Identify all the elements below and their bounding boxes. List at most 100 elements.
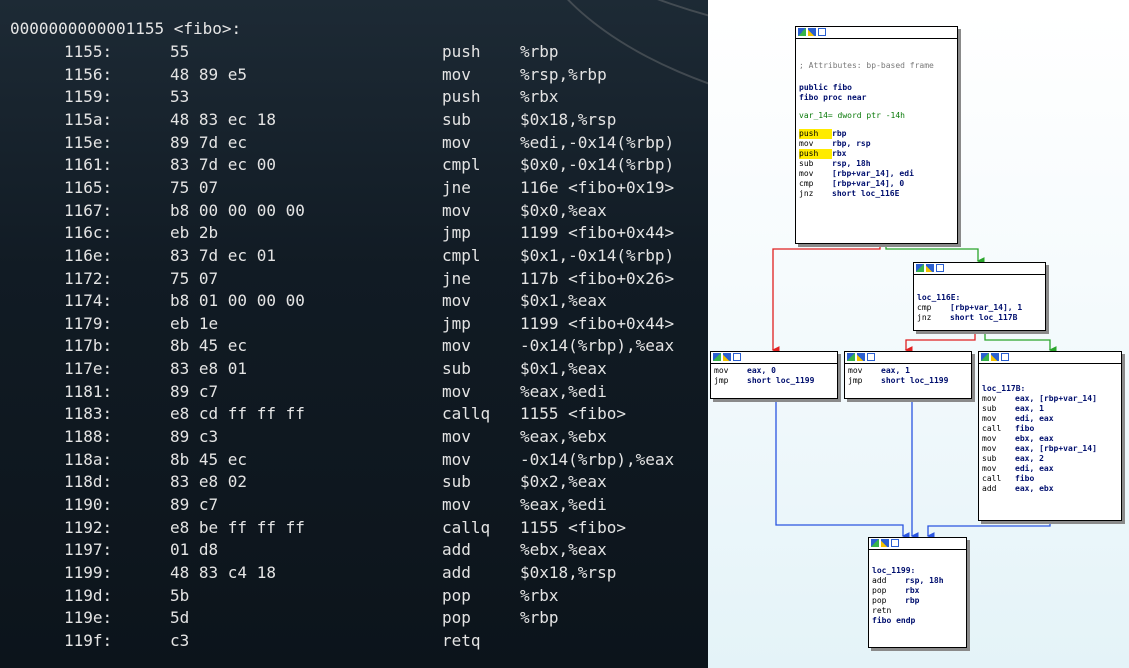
instruction-line[interactable]: jnz short loc_117B	[917, 313, 1042, 323]
instruction-line[interactable]: cmp [rbp+var_14], 0	[799, 179, 954, 189]
instruction-line[interactable]: jnz short loc_116E	[799, 189, 954, 199]
instruction-line[interactable]: call fibo	[982, 424, 1118, 434]
instruction-line[interactable]: pop rbx	[872, 586, 963, 596]
instruction-line[interactable]: add rsp, 18h	[872, 576, 963, 586]
graph-icon[interactable]	[798, 28, 806, 36]
disasm-row[interactable]: 1159: 53 push %rbx	[0, 86, 708, 108]
graph-node-ret1[interactable]: mov eax, 1 jmp short loc_1199	[844, 351, 972, 399]
disasm-row[interactable]: 1165: 75 07 jne 116e <fibo+0x19>	[0, 177, 708, 199]
disasm-row[interactable]: 119d: 5b pop %rbx	[0, 585, 708, 607]
instruction-mnemonic: push	[799, 129, 832, 139]
disasm-row[interactable]: 118a: 8b 45 ec mov -0x14(%rbp),%eax	[0, 449, 708, 471]
node-toolbar	[914, 263, 1045, 275]
text-view-icon[interactable]	[867, 353, 875, 361]
chart-icon[interactable]	[991, 353, 999, 361]
ret1-instructions: mov eax, 1 jmp short loc_1199	[845, 364, 971, 388]
operands: %ebx,%eax	[520, 540, 607, 560]
instruction-line[interactable]: mov ebx, eax	[982, 434, 1118, 444]
opcode-bytes: 89 7d ec	[170, 132, 248, 152]
graph-node-entry[interactable]: ; Attributes: bp-based frame public fibo…	[795, 26, 958, 244]
chart-icon[interactable]	[926, 264, 934, 272]
disasm-row[interactable]: 1183: e8 cd ff ff ff callq 1155 <fibo>	[0, 403, 708, 425]
text-view-icon[interactable]	[936, 264, 944, 272]
operands: %eax,%ebx	[520, 427, 607, 447]
disasm-row[interactable]: 119e: 5d pop %rbp	[0, 607, 708, 629]
disasm-row[interactable]: 1190: 89 c7 mov %eax,%edi	[0, 494, 708, 516]
disasm-row[interactable]: 117b: 8b 45 ec mov -0x14(%rbp),%eax	[0, 335, 708, 357]
graph-icon[interactable]	[847, 353, 855, 361]
function-header: 0000000000001155 <fibo>:	[10, 19, 242, 38]
text-view-icon[interactable]	[733, 353, 741, 361]
disasm-row[interactable]: 117e: 83 e8 01 sub $0x1,%eax	[0, 358, 708, 380]
instruction-line[interactable]: cmp [rbp+var_14], 1	[917, 303, 1042, 313]
graph-icon[interactable]	[981, 353, 989, 361]
chart-icon[interactable]	[723, 353, 731, 361]
instruction-mnemonic: mov	[799, 169, 814, 178]
text-view-icon[interactable]	[891, 539, 899, 547]
address: 1197:	[64, 540, 113, 560]
disasm-row[interactable]: 1199: 48 83 c4 18 add $0x18,%rsp	[0, 562, 708, 584]
instruction-line[interactable]: push rbp	[799, 129, 954, 139]
mnemonic: callq	[442, 404, 491, 424]
instruction-line[interactable]: call fibo	[982, 474, 1118, 484]
disasm-row[interactable]: 1172: 75 07 jne 117b <fibo+0x26>	[0, 268, 708, 290]
graph-icon[interactable]	[916, 264, 924, 272]
graph-icon[interactable]	[871, 539, 879, 547]
address: 1199:	[64, 562, 113, 582]
instruction-line[interactable]: add eax, ebx	[982, 484, 1118, 494]
disasm-row[interactable]: 1156: 48 89 e5 mov %rsp,%rbp	[0, 64, 708, 86]
disasm-row[interactable]: 1179: eb 1e jmp 1199 <fibo+0x44>	[0, 313, 708, 335]
instruction-line[interactable]: jmp short loc_1199	[714, 376, 834, 386]
mnemonic: mov	[442, 495, 471, 514]
instruction-line[interactable]: mov edi, eax	[982, 414, 1118, 424]
instruction-line[interactable]: jmp short loc_1199	[848, 376, 968, 386]
instruction-line[interactable]: push rbx	[799, 149, 954, 159]
instruction-line[interactable]: pop rbp	[872, 596, 963, 606]
instruction-mnemonic: sub	[799, 159, 814, 168]
graph-icon[interactable]	[713, 353, 721, 361]
text-view-icon[interactable]	[818, 28, 826, 36]
instruction-mnemonic: mov	[714, 366, 729, 375]
instruction-line[interactable]: sub eax, 1	[982, 404, 1118, 414]
disasm-row[interactable]: 1188: 89 c3 mov %eax,%ebx	[0, 426, 708, 448]
instruction-line[interactable]: mov [rbp+var_14], edi	[799, 169, 954, 179]
graph-node-ret0[interactable]: mov eax, 0 jmp short loc_1199	[710, 351, 838, 399]
mnemonic: sub	[442, 472, 471, 492]
disasm-row[interactable]: 115a: 48 83 ec 18 sub $0x18,%rsp	[0, 109, 708, 131]
instruction-line[interactable]: mov rbp, rsp	[799, 139, 954, 149]
disasm-row[interactable]: 1197: 01 d8 add %ebx,%eax	[0, 539, 708, 561]
disasm-row[interactable]: 1167: b8 00 00 00 00 mov $0x0,%eax	[0, 200, 708, 222]
chart-icon[interactable]	[857, 353, 865, 361]
disasm-row[interactable]: 116e: 83 7d ec 01 cmpl $0x1,-0x14(%rbp)	[0, 245, 708, 267]
instruction-line[interactable]: sub eax, 2	[982, 454, 1118, 464]
mnemonic: mov	[442, 64, 471, 84]
disasm-row[interactable]: 115e: 89 7d ec mov %edi,-0x14(%rbp)	[0, 132, 708, 154]
chart-icon[interactable]	[808, 28, 816, 36]
graph-node-loc-116e[interactable]: loc_116E: cmp [rbp+var_14], 1 jnz short loc…	[913, 262, 1046, 331]
disasm-row[interactable]: 119f: c3 retq	[0, 630, 708, 652]
instruction-line[interactable]: retn	[872, 606, 963, 616]
disasm-row[interactable]: 1181: 89 c7 mov %eax,%edi	[0, 381, 708, 403]
graph-node-loc-117b[interactable]: loc_117B: mov eax, [rbp+var_14] sub eax, 1m…	[978, 351, 1122, 521]
instruction-line[interactable]: mov eax, [rbp+var_14]	[982, 394, 1118, 404]
mnemonic: push	[442, 87, 481, 107]
address: 1172:	[64, 268, 113, 288]
disasm-row[interactable]: 1161: 83 7d ec 00 cmpl $0x0,-0x14(%rbp)	[0, 154, 708, 176]
instruction-line[interactable]: sub rsp, 18h	[799, 159, 954, 169]
address: 116c:	[64, 223, 113, 243]
instruction-mnemonic: call	[982, 424, 1002, 433]
text-view-icon[interactable]	[1001, 353, 1009, 361]
disasm-row[interactable]: 1174: b8 01 00 00 00 mov $0x1,%eax	[0, 290, 708, 312]
instruction-line[interactable]: mov eax, [rbp+var_14]	[982, 444, 1118, 454]
disasm-row[interactable]: 118d: 83 e8 02 sub $0x2,%eax	[0, 471, 708, 493]
disasm-row[interactable]: 116c: eb 2b jmp 1199 <fibo+0x44>	[0, 222, 708, 244]
instruction-line[interactable]: mov eax, 0	[714, 366, 834, 376]
chart-icon[interactable]	[881, 539, 889, 547]
address: 1156:	[64, 64, 113, 84]
instruction-line[interactable]: mov edi, eax	[982, 464, 1118, 474]
graph-node-loc-1199[interactable]: loc_1199: add rsp, 18h pop rbx pop rbp retn fi…	[868, 537, 967, 648]
disasm-row[interactable]: 1192: e8 be ff ff ff callq 1155 <fibo>	[0, 517, 708, 539]
mnemonic: pop	[442, 608, 471, 628]
instruction-line[interactable]: mov eax, 1	[848, 366, 968, 376]
disasm-row[interactable]: 1155: 55 push %rbp	[0, 41, 708, 63]
